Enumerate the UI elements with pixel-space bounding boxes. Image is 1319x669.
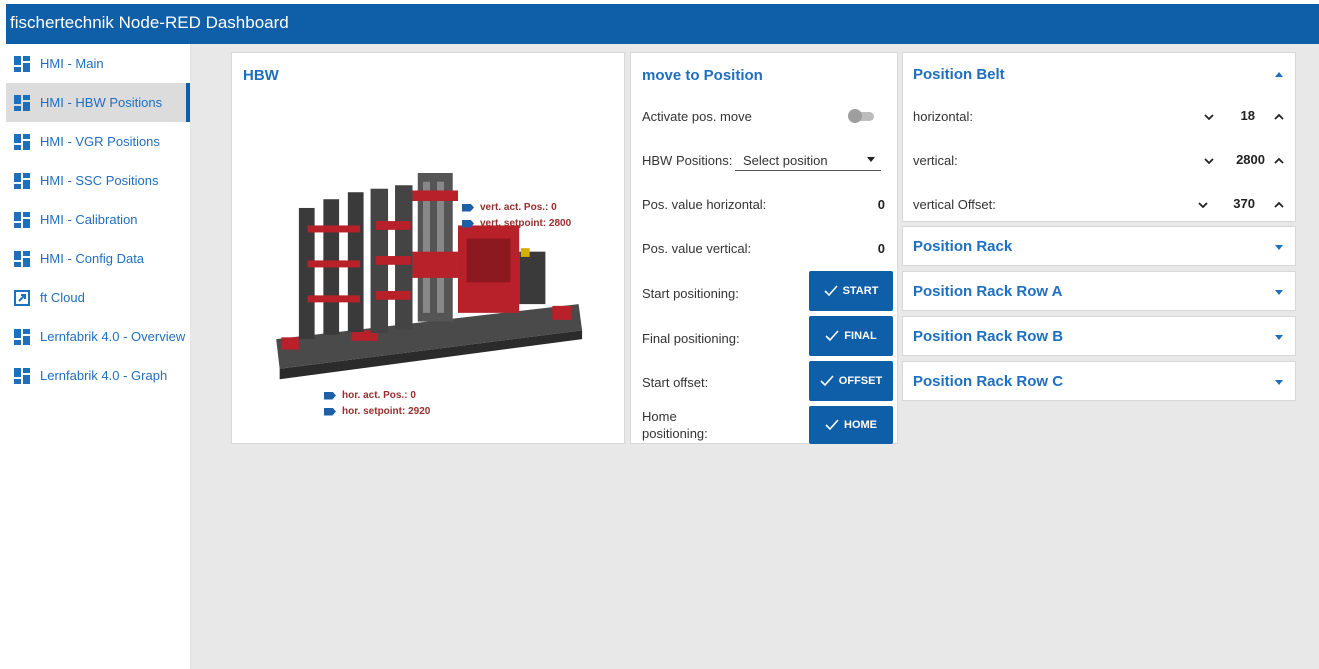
sidebar-item-label: HMI - HBW Positions (40, 95, 163, 110)
belt-horizontal-value: 18 (1240, 108, 1255, 123)
final-button[interactable]: FINAL (809, 316, 893, 356)
pos-v-label: Pos. value vertical: (642, 241, 752, 256)
final-label: Final positioning: (642, 331, 740, 346)
sidebar-item-hmi-config-data[interactable]: HMI - Config Data (6, 239, 190, 278)
position-belt-card: Position Belt horizontal: 18 vertical: 2… (902, 52, 1296, 222)
dashboard-icon (14, 328, 30, 345)
collapse-icon[interactable] (1273, 69, 1285, 81)
check-icon (825, 419, 839, 431)
accordion-position-rack-row-a[interactable]: Position Rack Row A (902, 271, 1296, 311)
belt-horizontal-label: horizontal: (913, 109, 973, 124)
offset-button[interactable]: OFFSET (809, 361, 893, 401)
expand-icon (1275, 380, 1283, 385)
sidebar-item-lernfabrik-graph[interactable]: Lernfabrik 4.0 - Graph (6, 356, 190, 395)
toggle-knob (848, 109, 862, 123)
dashboard-icon (14, 250, 30, 267)
check-icon (825, 330, 839, 342)
sidebar-item-label: HMI - VGR Positions (40, 134, 160, 149)
home-button[interactable]: HOME (809, 406, 893, 444)
app-header: fischertechnik Node-RED Dashboard (6, 4, 1319, 44)
sidebar-item-label: Lernfabrik 4.0 - Graph (40, 368, 168, 383)
belt-offset-value: 370 (1233, 196, 1255, 211)
check-icon (823, 285, 838, 297)
accordion-title: Position Rack Row C (913, 373, 1064, 390)
dashboard-icon (14, 94, 30, 111)
tag-icon (462, 203, 474, 212)
accordion-title: Position Rack Row B (913, 328, 1064, 345)
sidebar-item-label: HMI - Calibration (40, 212, 138, 227)
increment-icon[interactable] (1273, 199, 1285, 211)
vert-setpoint-label: vert. setpoint: 2800 (462, 218, 571, 229)
activate-label: Activate pos. move (642, 109, 752, 124)
move-to-position-card: move to Position Activate pos. move HBW … (630, 52, 898, 444)
belt-vertical-value: 2800 (1236, 152, 1265, 167)
belt-title: Position Belt (913, 66, 1005, 83)
expand-icon (1275, 245, 1283, 250)
hbw-card: HBW vert. act. Pos.: 0 vert. setpoint: 2… (231, 52, 625, 444)
dashboard-icon (14, 55, 30, 72)
hbw-positions-select[interactable]: Select position (735, 147, 881, 171)
sidebar-item-label: HMI - SSC Positions (40, 173, 159, 188)
sidebar-item-hmi-ssc-positions[interactable]: HMI - SSC Positions (6, 161, 190, 200)
expand-icon (1275, 335, 1283, 340)
sidebar-item-hmi-vgr-positions[interactable]: HMI - VGR Positions (6, 122, 190, 161)
vert-act-pos-label: vert. act. Pos.: 0 (462, 202, 557, 213)
expand-icon (1275, 290, 1283, 295)
open-in-new-icon (14, 289, 30, 306)
pos-v-value: 0 (877, 241, 885, 256)
sidebar-item-hmi-main[interactable]: HMI - Main (6, 44, 190, 83)
dashboard-icon (14, 211, 30, 228)
home-label-line2: positioning: (642, 426, 708, 441)
belt-vertical-label: vertical: (913, 153, 958, 168)
sidebar-item-lernfabrik-overview[interactable]: Lernfabrik 4.0 - Overview (6, 317, 190, 356)
app-title: fischertechnik Node-RED Dashboard (10, 13, 289, 32)
dashboard-frame: fischertechnik Node-RED Dashboard HMI - … (6, 4, 1319, 669)
activate-toggle[interactable] (848, 109, 876, 123)
pos-h-value: 0 (877, 197, 885, 212)
increment-icon[interactable] (1273, 111, 1285, 123)
tag-icon (324, 391, 336, 400)
start-button[interactable]: START (809, 271, 893, 311)
sidebar-item-hmi-hbw-positions[interactable]: HMI - HBW Positions (6, 83, 190, 122)
move-title: move to Position (642, 67, 763, 84)
hbw-positions-label: HBW Positions: (642, 153, 733, 168)
accordion-title: Position Rack Row A (913, 283, 1063, 300)
accordion-position-rack[interactable]: Position Rack (902, 226, 1296, 266)
tag-icon (324, 407, 336, 416)
increment-icon[interactable] (1273, 155, 1285, 167)
hbw-title: HBW (243, 67, 279, 84)
dashboard-icon (14, 172, 30, 189)
hor-setpoint-label: hor. setpoint: 2920 (324, 406, 430, 417)
home-label-line1: Home (642, 409, 677, 424)
accordion-title: Position Rack (913, 238, 1013, 255)
sidebar-item-hmi-calibration[interactable]: HMI - Calibration (6, 200, 190, 239)
check-icon (820, 375, 834, 387)
sidebar-item-label: Lernfabrik 4.0 - Overview (40, 329, 186, 344)
dashboard-icon (14, 367, 30, 384)
sidebar-item-label: HMI - Main (40, 56, 104, 71)
dashboard-icon (14, 133, 30, 150)
chevron-down-icon (867, 157, 875, 162)
sidebar-item-label: HMI - Config Data (40, 251, 145, 266)
belt-offset-label: vertical Offset: (913, 197, 996, 212)
sidebar-item-ft-cloud[interactable]: ft Cloud (6, 278, 190, 317)
accordion-position-rack-row-b[interactable]: Position Rack Row B (902, 316, 1296, 356)
sidebar: HMI - Main HMI - HBW Positions HMI - VGR… (6, 44, 191, 669)
accordion-position-rack-row-c[interactable]: Position Rack Row C (902, 361, 1296, 401)
pos-h-label: Pos. value horizontal: (642, 197, 767, 212)
start-label: Start positioning: (642, 286, 739, 301)
sidebar-item-label: ft Cloud (40, 290, 85, 305)
decrement-icon[interactable] (1203, 111, 1215, 123)
decrement-icon[interactable] (1197, 199, 1209, 211)
hor-act-pos-label: hor. act. Pos.: 0 (324, 390, 416, 401)
decrement-icon[interactable] (1203, 155, 1215, 167)
offset-label: Start offset: (642, 375, 709, 390)
tag-icon (462, 219, 474, 228)
select-value: Select position (743, 153, 828, 168)
